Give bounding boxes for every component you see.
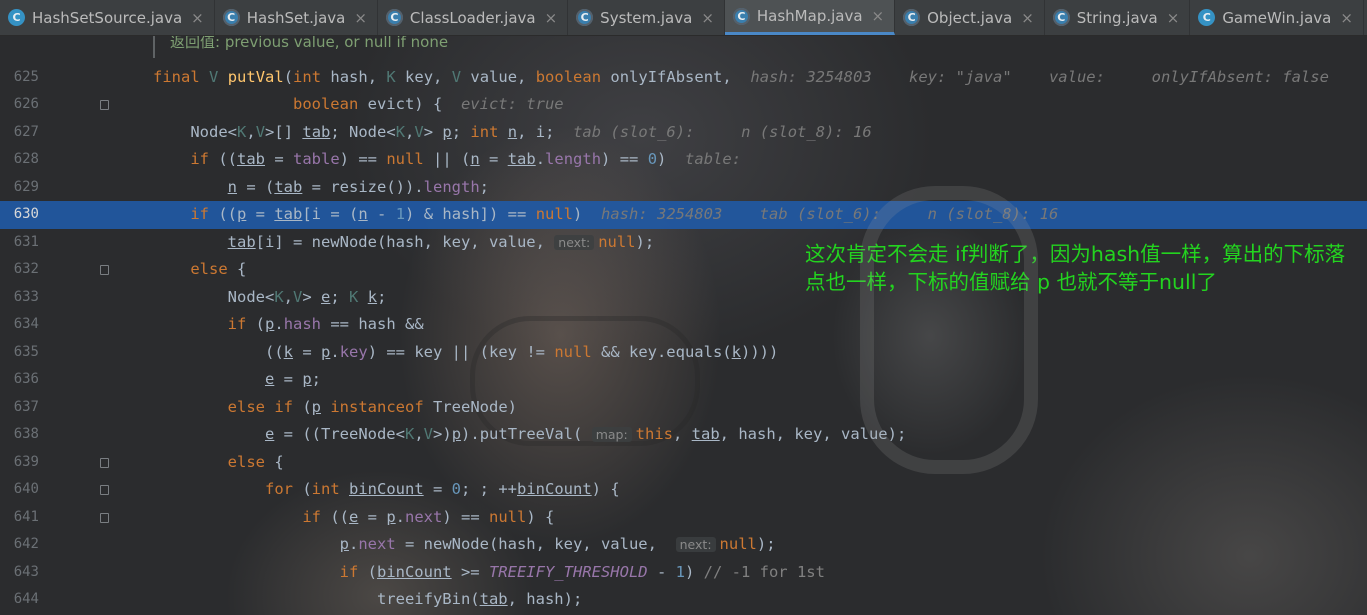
locked-class-icon: C [903, 9, 921, 26]
line-number: 630 [13, 206, 39, 222]
code-line[interactable]: 643 if (binCount >= TREEIFY_THRESHOLD - … [0, 559, 1367, 587]
line-number: 628 [13, 151, 39, 167]
locked-class-icon: C [1052, 9, 1070, 26]
line-number: 629 [13, 178, 39, 195]
code-line[interactable]: 628 if ((tab = table) == null || (n = ta… [0, 146, 1367, 174]
code-line[interactable]: 625 final V putVal(int hash, K key, V val… [0, 64, 1367, 92]
code-text: tab[i] = newNode(hash, key, value, next:… [227, 232, 655, 251]
code-text: Node<K,V> e; K k; [153, 287, 387, 306]
code-text: if ((tab = table) == null || (n = tab.le… [190, 150, 742, 168]
code-text: if (binCount >= TREEIFY_THRESHOLD - 1) /… [339, 562, 825, 581]
tab-label: String.java [1076, 8, 1158, 27]
doc-comment-bar [153, 36, 155, 58]
line-number: 635 [13, 343, 39, 360]
line-number: 636 [13, 371, 39, 387]
editor-tab-bar: C HashSetSource.java × C HashSet.java × C Class… [0, 0, 1367, 36]
code-text: else if (p instanceof TreeNode) [227, 397, 517, 416]
annotation-note: 这次肯定不会走 if判断了，因为hash值一样，算出的下标落点也一样，下标的值赋… [805, 242, 1346, 294]
tab-label: GameWin.java [1222, 8, 1332, 27]
code-text: if ((e = p.next) == null) { [302, 507, 555, 526]
tab-hashmap-java[interactable]: C HashMap.java × [724, 0, 896, 35]
code-text: if ((p = tab[i = (n - 1) & hash]) == nul… [190, 205, 1059, 223]
line-number: 634 [13, 316, 39, 332]
line-number: 631 [13, 233, 39, 250]
tab-hashset-java[interactable]: C HashSet.java × [215, 0, 378, 35]
line-number: 639 [13, 453, 39, 470]
tab-label: Object.java [927, 8, 1013, 27]
close-icon[interactable]: × [1021, 9, 1034, 27]
locked-class-icon: C [732, 7, 750, 25]
doc-comment-return-value: 返回值: previous value, or null if none [170, 36, 449, 51]
close-icon[interactable]: × [872, 7, 885, 25]
line-number: 638 [13, 426, 39, 442]
code-line[interactable]: 635 ((k = p.key) == key || (key != null … [0, 339, 1367, 367]
close-icon[interactable]: × [545, 9, 558, 27]
tab-label: HashMap.java [756, 7, 863, 25]
fold-marker-icon[interactable] [100, 265, 109, 275]
line-number: 641 [13, 508, 39, 525]
code-line[interactable]: 642 p.next = newNode(hash, key, value, n… [0, 531, 1367, 559]
locked-class-icon: C [576, 9, 594, 26]
tab-gamewin-java[interactable]: C GameWin.java × [1190, 0, 1364, 35]
tab-object-java[interactable]: C Object.java × [895, 0, 1045, 35]
code-line[interactable]: 640 for (int binCount = 0; ; ++binCount)… [0, 476, 1367, 504]
code-line[interactable]: 629 n = (tab = resize()).length; [0, 174, 1367, 202]
tab-label: HashSetSource.java [32, 8, 183, 27]
code-line[interactable]: 636 e = p; [0, 366, 1367, 394]
line-number: 625 [13, 68, 39, 85]
code-text: treeifyBin(tab, hash); [153, 590, 583, 608]
code-text: else { [190, 260, 247, 278]
close-icon[interactable]: × [1340, 9, 1353, 27]
line-number: 633 [13, 288, 39, 305]
tab-string-java[interactable]: C String.java × [1045, 0, 1191, 35]
close-icon[interactable]: × [701, 9, 714, 27]
tab-classloader-java[interactable]: C ClassLoader.java × [378, 0, 569, 35]
code-line[interactable]: 634 if (p.hash == hash && [0, 311, 1367, 339]
code-text: if (p.hash == hash && [227, 315, 424, 333]
fold-marker-icon[interactable] [100, 100, 109, 110]
line-number: 643 [13, 563, 39, 580]
tab-label: ClassLoader.java [409, 8, 536, 27]
line-number: 644 [13, 591, 39, 607]
code-line[interactable]: 627 Node<K,V>[] tab; Node<K,V> p; int n,… [0, 119, 1367, 147]
close-icon[interactable]: × [354, 9, 367, 27]
code-line[interactable]: 641 if ((e = p.next) == null) { [0, 504, 1367, 532]
code-line[interactable]: 637 else if (p instanceof TreeNode) [0, 394, 1367, 422]
tab-label: HashSet.java [246, 8, 346, 27]
line-number: 640 [13, 481, 39, 497]
code-text: Node<K,V>[] tab; Node<K,V> p; int n, i; … [153, 122, 872, 141]
line-number: 626 [13, 96, 39, 112]
tab-label: System.java [600, 8, 693, 27]
locked-class-icon: C [222, 9, 240, 26]
code-text: e = ((TreeNode<K,V>)p).putTreeVal( map: t… [264, 425, 907, 443]
line-number: 637 [13, 398, 39, 415]
code-text: for (int binCount = 0; ; ++binCount) { [264, 480, 620, 498]
class-icon: C [1198, 9, 1216, 26]
fold-marker-icon[interactable] [100, 457, 109, 468]
line-number: 632 [13, 261, 39, 277]
code-editor[interactable]: 返回值: previous value, or null if none 625… [0, 36, 1367, 615]
code-line[interactable]: 639 else { [0, 449, 1367, 477]
code-text: boolean evict) { evict: true [292, 95, 564, 113]
code-line-current[interactable]: 630 if ((p = tab[i = (n - 1) & hash]) ==… [0, 201, 1367, 229]
fold-marker-icon[interactable] [100, 512, 109, 523]
code-line[interactable]: 644 treeifyBin(tab, hash); [0, 586, 1367, 614]
code-text: e = p; [264, 370, 322, 388]
code-text: p.next = newNode(hash, key, value, next:… [339, 535, 776, 553]
code-text: final V putVal(int hash, K key, V value,… [153, 67, 1329, 86]
tab-hashsetsource-java[interactable]: C HashSetSource.java × [0, 0, 215, 35]
class-icon: C [8, 9, 25, 26]
locked-class-icon: C [385, 9, 403, 26]
code-text: else { [227, 452, 284, 471]
tab-system-java[interactable]: C System.java × [568, 0, 725, 35]
code-line[interactable]: 626 boolean evict) { evict: true [0, 91, 1367, 119]
code-line[interactable]: 638 e = ((TreeNode<K,V>)p).putTreeVal( m… [0, 421, 1367, 449]
close-icon[interactable]: × [191, 9, 204, 27]
code-text: ((k = p.key) == key || (key != null && k… [153, 342, 779, 361]
line-number: 642 [13, 536, 39, 552]
code-text: n = (tab = resize()).length; [227, 177, 489, 196]
close-icon[interactable]: × [1167, 9, 1180, 27]
fold-marker-icon[interactable] [100, 485, 109, 495]
line-number: 627 [13, 123, 39, 140]
